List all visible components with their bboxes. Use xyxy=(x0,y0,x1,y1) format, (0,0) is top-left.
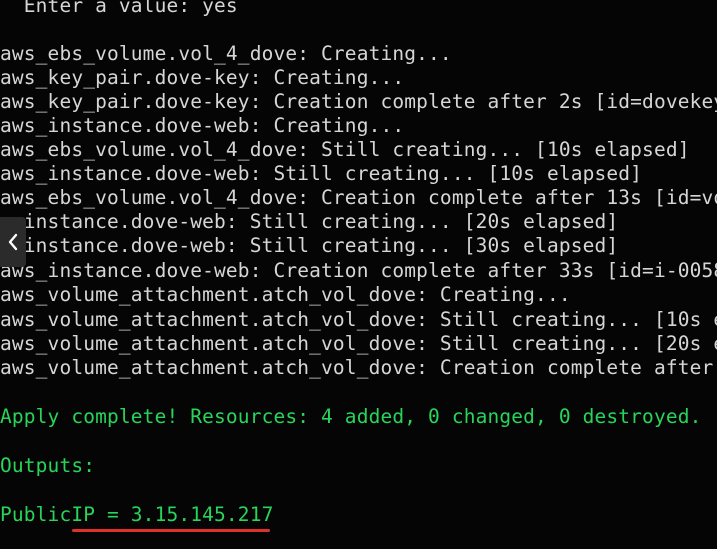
log-line: s_instance.dove-web: Still creating... [… xyxy=(0,234,619,257)
log-line: aws_volume_attachment.atch_vol_dove: Sti… xyxy=(0,332,717,355)
log-line: aws_volume_attachment.atch_vol_dove: Cre… xyxy=(0,283,571,306)
log-line: aws_instance.dove-web: Creation complete… xyxy=(0,259,717,282)
log-line: aws_volume_attachment.atch_vol_dove: Sti… xyxy=(0,308,717,331)
log-line: aws_ebs_volume.vol_4_dove: Still creatin… xyxy=(0,138,690,161)
collapse-panel-button[interactable] xyxy=(0,217,26,267)
log-line: aws_instance.dove-web: Still creating...… xyxy=(0,162,643,185)
log-line: aws_ebs_volume.vol_4_dove: Creating... xyxy=(0,42,452,65)
prompt-line: Enter a value: yes xyxy=(0,0,238,17)
log-line: s_instance.dove-web: Still creating... [… xyxy=(0,210,619,233)
log-line: aws_key_pair.dove-key: Creating... xyxy=(0,66,405,89)
terminal-window: Enter a value: yes aws_ebs_volume.vol_4_… xyxy=(0,0,717,549)
log-line: aws_key_pair.dove-key: Creation complete… xyxy=(0,90,717,113)
red-underline-annotation xyxy=(72,529,270,532)
apply-summary: Apply complete! Resources: 4 added, 0 ch… xyxy=(0,405,702,428)
log-line: aws_ebs_volume.vol_4_dove: Creation comp… xyxy=(0,186,717,209)
log-line: aws_instance.dove-web: Creating... xyxy=(0,114,405,137)
chevron-left-icon xyxy=(7,233,19,251)
outputs-label: Outputs: xyxy=(0,454,96,477)
log-line: aws_volume_attachment.atch_vol_dove: Cre… xyxy=(0,356,717,379)
public-ip-output: PublicIP = 3.15.145.217 xyxy=(0,503,274,526)
